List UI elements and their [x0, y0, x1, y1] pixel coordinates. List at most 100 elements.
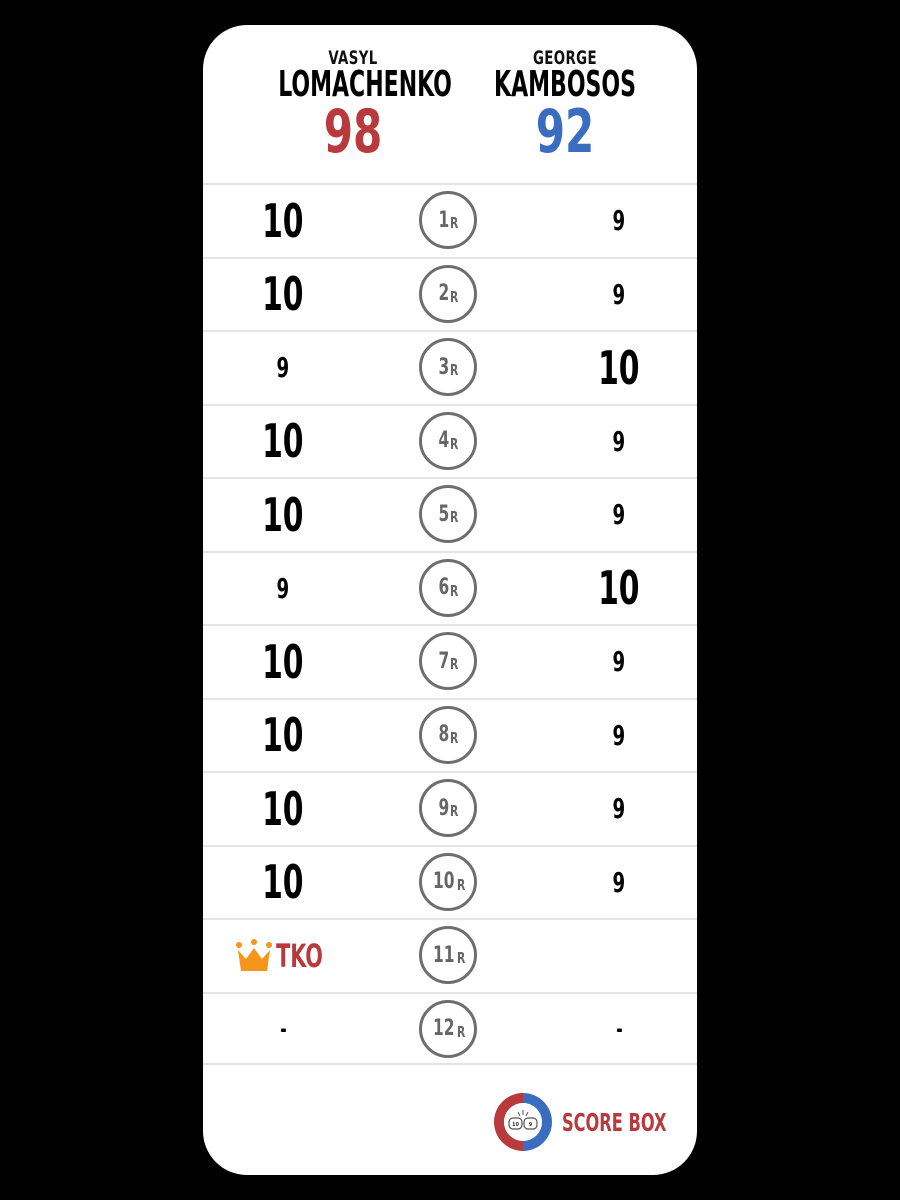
tko-result: TKO — [235, 937, 332, 975]
score-value: 10 — [598, 340, 640, 395]
red-score: 10 — [233, 406, 333, 477]
score-value: - — [615, 1015, 623, 1043]
round-row: 10 9 R 9 — [203, 771, 697, 845]
round-suffix: R — [449, 434, 459, 453]
red-score: 10 — [233, 626, 333, 697]
round-badge: 1R — [419, 191, 477, 249]
score-value: 10 — [262, 193, 304, 248]
boxing-gloves-icon: 10 9 — [494, 1093, 552, 1151]
red-score: - — [233, 994, 333, 1065]
round-badge: 5R — [419, 485, 477, 543]
fighter-red: VASYL LOMACHENKO 98 — [243, 47, 463, 167]
score-value: 9 — [612, 498, 626, 531]
score-value: 10 — [262, 487, 304, 542]
round-suffix: R — [456, 949, 465, 967]
round-row: 10 5 R 9 — [203, 477, 697, 551]
score-value: 10 — [262, 781, 304, 836]
red-score: 9 — [233, 553, 333, 624]
red-score: TKO — [233, 920, 333, 991]
round-badge: 3R — [419, 338, 477, 396]
score-value: 9 — [612, 792, 626, 825]
round-row: - 12 R - — [203, 991, 697, 1065]
round-suffix: R — [449, 508, 459, 526]
brand-name: SCORE BOX — [562, 1107, 667, 1137]
blue-score: 9 — [569, 773, 669, 844]
round-suffix: R — [449, 287, 459, 306]
score-value: 10 — [262, 708, 304, 762]
round-number: 12 — [433, 1016, 455, 1041]
round-number: 10 — [433, 869, 455, 894]
blue-score: 10 — [569, 332, 669, 403]
score-value: 9 — [612, 424, 626, 458]
round-suffix: R — [456, 1022, 465, 1041]
red-score: 10 — [233, 847, 333, 918]
round-number: 7 — [438, 648, 450, 674]
brand: 10 9 SCORE BOX — [492, 1090, 697, 1154]
round-badge: 6R — [419, 558, 477, 617]
round-number: 11 — [433, 942, 455, 968]
red-score: 10 — [233, 185, 333, 256]
scorecard: VASYL LOMACHENKO 98 GEORGE KAMBOSOS 92 1… — [203, 25, 697, 1175]
score-value: 9 — [612, 865, 626, 899]
round-badge: 10 R — [419, 852, 477, 911]
blue-score: 9 — [569, 185, 669, 256]
round-row: TKO 11 R — [203, 918, 697, 992]
blue-score: 9 — [569, 626, 669, 697]
score-value: 9 — [276, 351, 290, 384]
score-value: 10 — [262, 414, 304, 468]
blue-score: 9 — [569, 406, 669, 477]
round-row: 10 7 R 9 — [203, 624, 697, 698]
score-value: 10 — [598, 561, 640, 615]
round-row: 10 10 R 9 — [203, 844, 697, 919]
svg-text:9: 9 — [529, 1122, 533, 1128]
crown-icon — [235, 938, 272, 971]
round-number: 1 — [438, 207, 450, 233]
blue-score: 9 — [569, 259, 669, 330]
round-row: 9 3 R 10 — [203, 330, 697, 404]
round-number: 6 — [438, 575, 450, 600]
round-row: 10 8 R 9 — [203, 697, 697, 772]
scorecard-header: VASYL LOMACHENKO 98 GEORGE KAMBOSOS 92 — [203, 25, 697, 183]
round-row: 9 6 R 10 — [203, 550, 697, 625]
score-value: 10 — [262, 855, 304, 909]
round-number: 2 — [438, 281, 450, 306]
round-badge: 12 R — [419, 999, 477, 1058]
round-suffix: R — [449, 361, 459, 379]
red-score: 10 — [233, 479, 333, 550]
round-number: 4 — [438, 428, 450, 453]
round-badge: 11 R — [419, 926, 477, 984]
red-score: 10 — [233, 773, 333, 844]
blue-score: - — [569, 994, 669, 1065]
round-row: 10 4 R 9 — [203, 403, 697, 478]
round-number: 8 — [438, 722, 450, 747]
tko-label: TKO — [275, 936, 323, 975]
round-suffix: R — [449, 581, 459, 600]
score-value: 9 — [276, 571, 290, 605]
round-badge: 7R — [419, 632, 477, 690]
round-badge: 9R — [419, 779, 477, 837]
round-row: 10 1 R 9 — [203, 183, 697, 257]
round-suffix: R — [449, 802, 459, 820]
red-score: 9 — [233, 332, 333, 403]
round-suffix: R — [449, 655, 459, 673]
blue-score: 10 — [569, 553, 669, 624]
score-value: 9 — [612, 204, 626, 237]
round-badge: 8R — [419, 705, 477, 764]
round-suffix: R — [449, 214, 459, 232]
round-suffix: R — [449, 728, 459, 747]
round-row: 10 2 R 9 — [203, 256, 697, 331]
blue-score: 9 — [569, 479, 669, 550]
round-badge: 2R — [419, 264, 477, 323]
score-value: 10 — [262, 267, 304, 321]
score-value: - — [279, 1015, 287, 1043]
score-value: 9 — [612, 645, 626, 678]
round-number: 5 — [438, 501, 450, 527]
blue-score — [569, 920, 669, 991]
round-number: 9 — [438, 795, 450, 821]
fighter-blue-total: 92 — [535, 97, 595, 167]
score-value: 10 — [262, 634, 304, 689]
red-score: 10 — [233, 700, 333, 771]
blue-score: 9 — [569, 700, 669, 771]
fighter-blue: GEORGE KAMBOSOS 92 — [455, 47, 675, 167]
fighter-red-total: 98 — [323, 97, 383, 167]
